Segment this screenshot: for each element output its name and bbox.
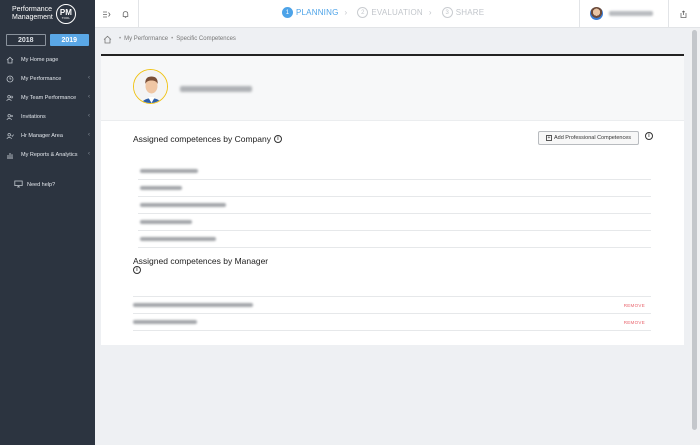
need-help-link[interactable]: Need help? bbox=[0, 176, 95, 194]
list-item bbox=[138, 163, 651, 180]
step-number: 3 bbox=[441, 7, 453, 18]
bell-icon[interactable] bbox=[120, 9, 130, 19]
sidebar-item-reports-analytics[interactable]: My Reports & Analytics ‹ bbox=[0, 145, 95, 164]
workflow-steps: 1 PLANNING › 2 EVALUATION › 3 SHARE bbox=[282, 7, 484, 18]
chevron-right-icon: › bbox=[344, 8, 348, 17]
sidebar-item-label: My Reports & Analytics bbox=[21, 151, 78, 158]
breadcrumb-separator: • bbox=[119, 36, 122, 42]
reports-icon bbox=[6, 151, 14, 159]
redacted-text bbox=[133, 320, 197, 324]
chevron-left-icon: ‹ bbox=[88, 94, 90, 100]
step-label: SHARE bbox=[455, 8, 485, 17]
add-professional-competences-button[interactable]: + Add Professional Competences bbox=[538, 131, 639, 145]
sidebar-toggle-icon[interactable] bbox=[101, 9, 111, 19]
step-label: EVALUATION bbox=[371, 8, 423, 17]
user-name-redacted bbox=[609, 11, 653, 16]
profile-header bbox=[101, 56, 684, 121]
step-planning[interactable]: 1 PLANNING bbox=[282, 7, 339, 18]
home-icon[interactable] bbox=[103, 35, 112, 44]
clock-icon bbox=[6, 75, 14, 83]
step-number: 2 bbox=[357, 7, 369, 18]
avatar bbox=[133, 69, 168, 104]
home-icon bbox=[6, 56, 14, 64]
sidebar-item-team-performance[interactable]: My Team Performance ‹ bbox=[0, 88, 95, 107]
breadcrumb-item-my-performance[interactable]: My Performance bbox=[124, 36, 168, 42]
chevron-left-icon: ‹ bbox=[88, 132, 90, 138]
year-switcher: 2018 2019 bbox=[0, 28, 95, 50]
table-row: REMOVE bbox=[133, 297, 651, 314]
redacted-text bbox=[140, 169, 198, 173]
sidebar-item-my-performance[interactable]: My Performance ‹ bbox=[0, 69, 95, 88]
chevron-left-icon: ‹ bbox=[88, 75, 90, 81]
plus-icon: + bbox=[545, 135, 552, 141]
redacted-text bbox=[140, 237, 216, 241]
chevron-right-icon: › bbox=[428, 8, 432, 17]
redacted-text bbox=[133, 303, 253, 307]
breadcrumb: • My Performance • Specific Competences bbox=[103, 34, 236, 44]
redacted-text bbox=[140, 220, 192, 224]
competences-card: Assigned competences by Company i + Add … bbox=[101, 54, 684, 345]
info-icon[interactable]: i bbox=[645, 132, 653, 140]
redacted-text bbox=[140, 203, 226, 207]
team-icon bbox=[6, 94, 14, 102]
remove-button[interactable]: REMOVE bbox=[624, 320, 645, 325]
user-menu[interactable] bbox=[590, 7, 653, 20]
avatar bbox=[590, 7, 603, 20]
info-icon[interactable]: i bbox=[273, 135, 282, 143]
topbar-divider bbox=[138, 0, 139, 28]
company-section-title: Assigned competences by Company i bbox=[133, 134, 282, 144]
list-item bbox=[138, 231, 651, 248]
page-scrollbar[interactable] bbox=[690, 28, 700, 445]
list-item bbox=[138, 180, 651, 197]
sidebar-item-invitations[interactable]: Invitations ‹ bbox=[0, 107, 95, 126]
sidebar-item-label: My Home page bbox=[21, 56, 59, 63]
sidebar-item-home[interactable]: My Home page bbox=[0, 50, 95, 69]
step-number: 1 bbox=[282, 7, 293, 18]
logout-icon[interactable] bbox=[678, 9, 688, 19]
step-share[interactable]: 3 SHARE bbox=[441, 7, 485, 18]
info-icon[interactable]: i bbox=[133, 266, 141, 274]
table-row: REMOVE bbox=[133, 314, 651, 331]
step-evaluation[interactable]: 2 EVALUATION bbox=[357, 7, 423, 18]
chevron-left-icon: ‹ bbox=[88, 113, 90, 119]
breadcrumb-separator: • bbox=[171, 36, 174, 42]
sidebar-item-label: My Performance bbox=[21, 75, 62, 82]
logo-badge: PM TOOL bbox=[55, 4, 76, 24]
topbar-divider bbox=[579, 0, 580, 28]
monitor-icon bbox=[14, 180, 23, 190]
logo-text: Performance Management bbox=[12, 6, 53, 21]
top-bar: 1 PLANNING › 2 EVALUATION › 3 SHARE bbox=[95, 0, 700, 28]
app-logo[interactable]: Performance Management PM TOOL bbox=[0, 0, 95, 28]
sidebar-item-hr-manager-area[interactable]: Hr Manager Area ‹ bbox=[0, 126, 95, 145]
redacted-text bbox=[140, 186, 182, 190]
sidebar-item-label: Hr Manager Area bbox=[21, 132, 63, 139]
list-item bbox=[138, 197, 651, 214]
breadcrumb-item-specific-competences: Specific Competences bbox=[176, 36, 236, 42]
step-label: PLANNING bbox=[296, 8, 339, 17]
need-help-label: Need help? bbox=[27, 182, 56, 188]
sidebar-item-label: Invitations bbox=[21, 113, 46, 120]
chevron-left-icon: ‹ bbox=[88, 151, 90, 157]
scrollbar-thumb[interactable] bbox=[692, 30, 697, 430]
topbar-divider bbox=[668, 0, 669, 28]
list-item bbox=[138, 214, 651, 231]
year-2019-button[interactable]: 2019 bbox=[49, 34, 89, 46]
year-2018-button[interactable]: 2018 bbox=[6, 34, 46, 46]
profile-name-redacted bbox=[180, 86, 252, 92]
manager-icon bbox=[6, 132, 14, 140]
manager-section-title: Assigned competences by Manager bbox=[133, 256, 269, 266]
invite-icon bbox=[6, 113, 14, 121]
sidebar-item-label: My Team Performance bbox=[21, 94, 77, 101]
remove-button[interactable]: REMOVE bbox=[624, 303, 645, 308]
sidebar: Performance Management PM TOOL 2018 2019… bbox=[0, 0, 95, 445]
